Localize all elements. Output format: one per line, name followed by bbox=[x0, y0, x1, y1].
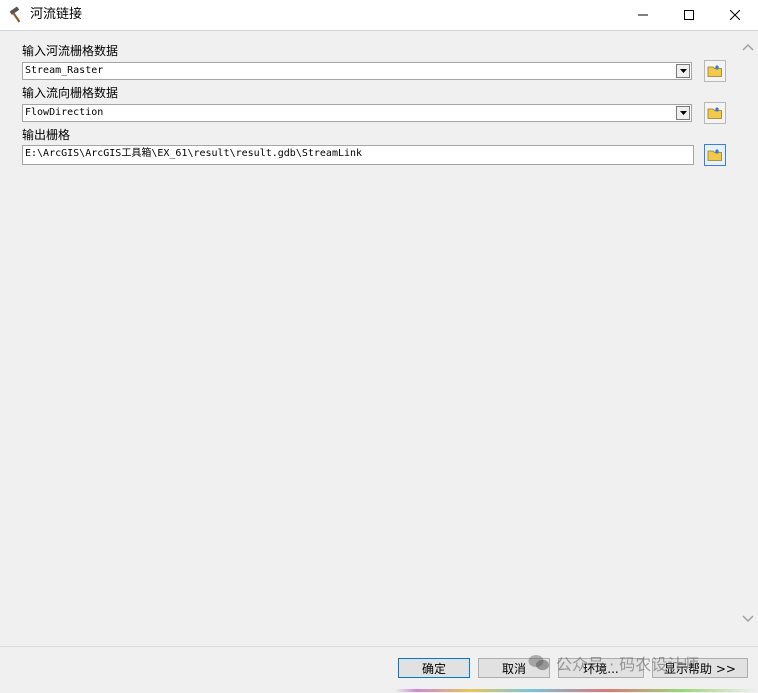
close-icon bbox=[730, 10, 740, 20]
open-folder-icon bbox=[707, 149, 722, 161]
browse-output-raster-button[interactable] bbox=[704, 144, 726, 166]
title-bar: 河流链接 bbox=[0, 0, 758, 31]
open-folder-icon bbox=[707, 107, 722, 119]
output-raster-value: E:\ArcGIS\ArcGIS工具箱\EX_61\result\result.… bbox=[25, 148, 363, 159]
input-stream-raster-dropdown[interactable]: Stream_Raster bbox=[22, 62, 692, 80]
maximize-button[interactable] bbox=[666, 0, 712, 30]
input-flow-direction-label: 输入流向栅格数据 bbox=[22, 86, 119, 100]
output-raster-label: 输出栅格 bbox=[22, 128, 71, 142]
dropdown-arrow-button[interactable] bbox=[676, 64, 690, 78]
input-stream-raster-label: 输入河流栅格数据 bbox=[22, 44, 119, 58]
cancel-button[interactable]: 取消 bbox=[478, 658, 550, 678]
output-raster-input[interactable]: E:\ArcGIS\ArcGIS工具箱\EX_61\result\result.… bbox=[22, 145, 694, 165]
input-flow-direction-value: FlowDirection bbox=[25, 107, 104, 118]
browse-stream-raster-button[interactable] bbox=[704, 60, 726, 82]
ok-button[interactable]: 确定 bbox=[398, 658, 470, 678]
show-help-button[interactable]: 显示帮助 >> bbox=[652, 658, 748, 678]
vertical-scrollbar[interactable] bbox=[739, 31, 757, 645]
minimize-icon bbox=[638, 14, 648, 16]
dropdown-arrow-button[interactable] bbox=[676, 106, 690, 120]
scroll-up-button[interactable] bbox=[739, 43, 757, 59]
close-button[interactable] bbox=[712, 0, 758, 30]
open-folder-icon bbox=[707, 65, 722, 77]
window-title: 河流链接 bbox=[30, 7, 83, 22]
chevron-down-icon bbox=[679, 69, 687, 73]
chevron-up-icon bbox=[742, 43, 754, 51]
environments-button[interactable]: 环境... bbox=[558, 658, 644, 678]
tool-parameters-panel: 输入河流栅格数据 Stream_Raster 输入流向栅格数据 FlowDire… bbox=[1, 31, 738, 645]
dialog-button-bar: 确定 取消 环境... 显示帮助 >> bbox=[0, 646, 758, 693]
chevron-down-icon bbox=[679, 111, 687, 115]
scroll-down-button[interactable] bbox=[739, 615, 757, 631]
input-flow-direction-dropdown[interactable]: FlowDirection bbox=[22, 104, 692, 122]
hammer-icon bbox=[8, 6, 26, 24]
maximize-icon bbox=[684, 10, 694, 20]
minimize-button[interactable] bbox=[620, 0, 666, 30]
chevron-down-icon bbox=[742, 615, 754, 623]
browse-flow-direction-button[interactable] bbox=[704, 102, 726, 124]
input-stream-raster-value: Stream_Raster bbox=[25, 65, 104, 76]
